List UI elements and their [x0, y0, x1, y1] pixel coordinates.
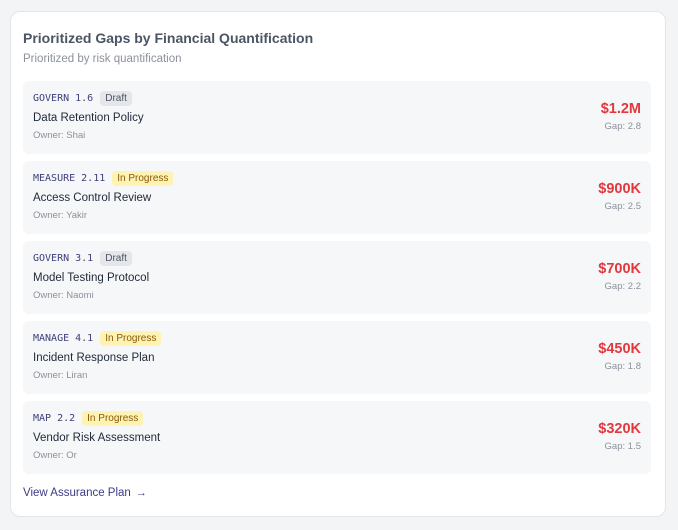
gap-row-manage-4-1[interactable]: MANAGE 4.1 In Progress Incident Response…	[23, 321, 651, 394]
control-code: GOVERN 1.6	[33, 93, 94, 104]
gap-title: Vendor Risk Assessment	[33, 432, 161, 444]
gap-list: GOVERN 1.6 Draft Data Retention Policy O…	[23, 81, 651, 481]
arrow-right-icon: →	[135, 487, 147, 499]
gap-row-govern-1-6[interactable]: GOVERN 1.6 Draft Data Retention Policy O…	[23, 81, 651, 154]
card-title: Prioritized Gaps by Financial Quantifica…	[23, 30, 314, 46]
status-badge: Draft	[100, 91, 132, 106]
gap-row-map-2-2[interactable]: MAP 2.2 In Progress Vendor Risk Assessme…	[23, 401, 651, 474]
gap-owner: Owner: Yakir	[33, 210, 88, 221]
gap-title: Model Testing Protocol	[33, 272, 150, 284]
gap-score: Gap: 2.2	[604, 281, 641, 292]
gap-score: Gap: 1.8	[604, 361, 641, 372]
gap-title: Data Retention Policy	[33, 112, 144, 124]
status-badge: In Progress	[82, 411, 144, 426]
gap-score: Gap: 2.5	[604, 201, 641, 212]
gap-owner: Owner: Shai	[33, 130, 86, 141]
gap-score: Gap: 2.8	[604, 121, 641, 132]
gap-owner: Owner: Liran	[33, 370, 88, 381]
status-badge: Draft	[100, 251, 132, 266]
financial-amount: $450K	[598, 341, 641, 357]
gap-owner: Owner: Naomi	[33, 290, 94, 301]
control-code: MANAGE 4.1	[33, 333, 94, 344]
card-subtitle: Prioritized by risk quantification	[23, 53, 182, 65]
financial-amount: $900K	[598, 181, 641, 197]
gap-row-measure-2-11[interactable]: MEASURE 2.11 In Progress Access Control …	[23, 161, 651, 234]
financial-amount: $320K	[598, 421, 641, 437]
view-assurance-plan-link[interactable]: View Assurance Plan →	[23, 487, 147, 499]
view-assurance-plan-label: View Assurance Plan	[23, 487, 131, 499]
control-code: MAP 2.2	[33, 413, 76, 424]
gap-title: Incident Response Plan	[33, 352, 155, 364]
prioritized-gaps-card: Prioritized Gaps by Financial Quantifica…	[10, 11, 666, 517]
gap-row-govern-3-1[interactable]: GOVERN 3.1 Draft Model Testing Protocol …	[23, 241, 651, 314]
control-code: GOVERN 3.1	[33, 253, 94, 264]
control-code: MEASURE 2.11	[33, 173, 106, 184]
financial-amount: $1.2M	[600, 101, 641, 117]
status-badge: In Progress	[100, 331, 162, 346]
financial-amount: $700K	[598, 261, 641, 277]
status-badge: In Progress	[112, 171, 174, 186]
gap-score: Gap: 1.5	[604, 441, 641, 452]
gap-title: Access Control Review	[33, 192, 152, 204]
gap-owner: Owner: Or	[33, 450, 77, 461]
